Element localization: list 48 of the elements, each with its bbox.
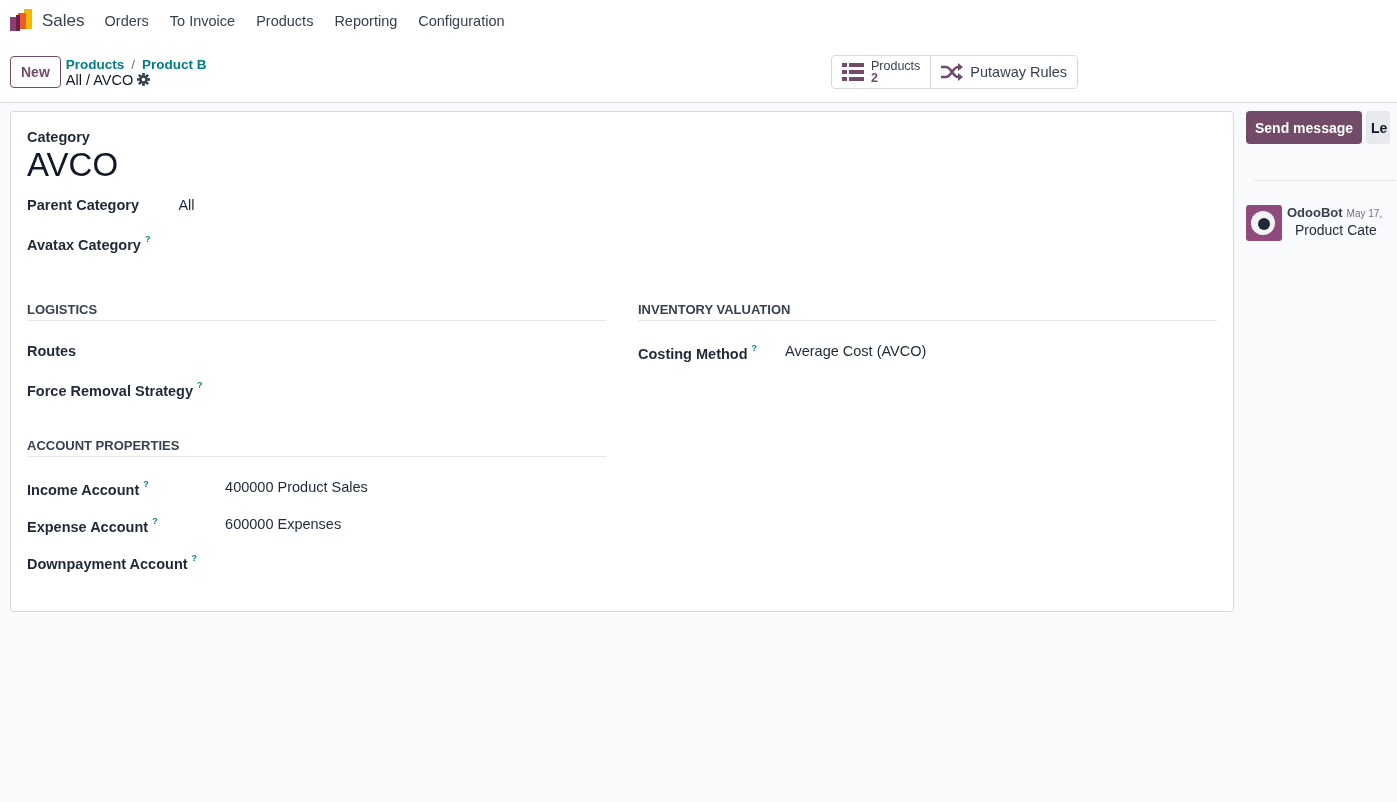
list-icon — [842, 63, 864, 81]
section-title: ACCOUNT PROPERTIES — [27, 438, 606, 457]
menu-item[interactable]: Configuration — [418, 13, 505, 29]
field-label: Income Account — [27, 482, 140, 498]
help-tooltip[interactable]: ? — [144, 234, 151, 244]
breadcrumb-separator: / — [131, 56, 136, 72]
new-button[interactable]: New — [10, 56, 61, 88]
message-text: Product Cate — [1295, 222, 1378, 238]
app-name[interactable]: Sales — [42, 11, 85, 31]
stat-label: Products — [871, 60, 921, 72]
field-label: Expense Account — [27, 519, 149, 535]
message-author: OdooBot — [1287, 205, 1343, 220]
help-tooltip[interactable]: ? — [152, 516, 158, 526]
field-label: Force Removal Strategy — [27, 383, 193, 399]
settings-icon[interactable] — [137, 73, 151, 86]
help-tooltip[interactable]: ? — [197, 380, 203, 390]
field-label: Parent Category — [27, 197, 139, 213]
shuffle-icon — [941, 63, 964, 81]
field-label: Costing Method — [638, 346, 748, 362]
field-label: Routes — [27, 343, 77, 359]
breadcrumb-link[interactable]: Product B — [142, 56, 207, 72]
stat-value: 2 — [871, 72, 878, 84]
send-message-button[interactable]: Send message — [1246, 111, 1363, 144]
menu-item[interactable]: Products — [256, 13, 314, 29]
field-label: Avatax Category — [27, 237, 141, 253]
menu-item[interactable]: To Invoice — [169, 13, 236, 29]
field-value[interactable]: 600000 Expenses — [225, 516, 342, 532]
chatter-button[interactable]: Le — [1366, 111, 1391, 144]
help-tooltip[interactable]: ? — [143, 479, 149, 489]
section-title: INVENTORY VALUATION — [638, 302, 1217, 321]
field-label: Category — [27, 129, 91, 145]
record-title: All / AVCO — [65, 71, 134, 88]
menu-item[interactable]: Orders — [104, 13, 149, 29]
help-tooltip[interactable]: ? — [191, 553, 198, 563]
help-tooltip[interactable]: ? — [751, 343, 758, 353]
record-name: AVCO — [27, 145, 120, 185]
message-date: May 17, — [1346, 208, 1383, 219]
avatar-icon — [1246, 205, 1282, 241]
app-logo-icon — [10, 9, 32, 31]
field-label: Downpayment Account — [27, 556, 188, 572]
smart-label: Putaway Rules — [970, 64, 1068, 80]
smart-button[interactable]: Products 2 — [832, 56, 932, 88]
section-title: LOGISTICS — [27, 302, 606, 321]
field-value[interactable]: All — [178, 197, 195, 213]
field-value[interactable]: 400000 Product Sales — [225, 479, 368, 495]
breadcrumb-link[interactable]: Products — [65, 56, 125, 72]
field-value[interactable]: Average Cost (AVCO) — [785, 343, 927, 359]
menu-item[interactable]: Reporting — [334, 13, 398, 29]
